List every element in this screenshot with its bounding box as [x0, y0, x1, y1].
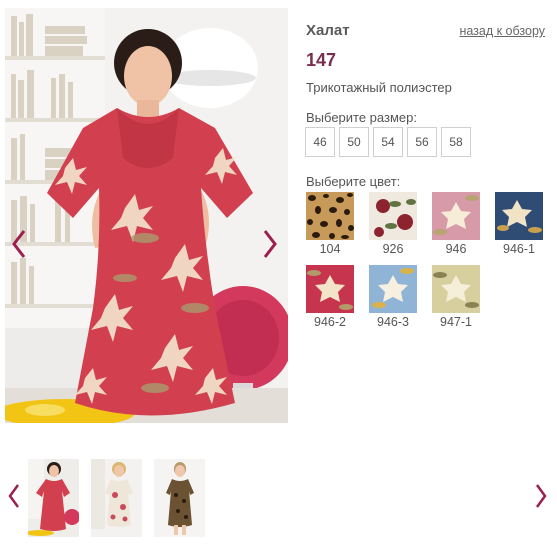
color-code-946-3: 946-3 [377, 315, 409, 329]
color-swatch-926[interactable] [369, 192, 417, 240]
size-option-58[interactable]: 58 [441, 127, 471, 157]
color-code-946: 946 [445, 242, 467, 256]
floral-pattern-thumbnail [432, 192, 480, 240]
size-option-54[interactable]: 54 [373, 127, 403, 157]
size-option-46[interactable]: 46 [305, 127, 335, 157]
thumbs-next-button[interactable] [530, 476, 552, 516]
thumbnail-white-robe[interactable] [91, 459, 142, 537]
back-to-overview-link[interactable]: назад к обзору [459, 24, 545, 38]
chevron-right-icon [535, 484, 547, 508]
floral-pattern-thumbnail [495, 192, 543, 240]
color-swatch-946[interactable] [432, 192, 480, 240]
thumbnail-image [91, 459, 142, 537]
thumbnail-image [28, 459, 79, 537]
color-label: Выберите цвет: [306, 174, 401, 189]
thumbs-prev-button[interactable] [3, 476, 25, 516]
color-code-104: 104 [319, 242, 341, 256]
floral-pattern-thumbnail [432, 265, 480, 313]
main-next-button[interactable] [259, 224, 281, 264]
product-title: Халат [306, 22, 350, 39]
product-price: 147 [306, 50, 337, 70]
chevron-right-icon [263, 230, 277, 258]
thumbnail-leopard-robe[interactable] [154, 459, 205, 537]
size-label: Выберите размер: [306, 110, 417, 125]
color-code-926: 926 [382, 242, 404, 256]
color-code-947-1: 947-1 [440, 315, 472, 329]
main-product-photo [5, 8, 288, 423]
chevron-left-icon [8, 484, 20, 508]
floral-pattern-thumbnail [306, 265, 354, 313]
color-swatch-946-2[interactable] [306, 265, 354, 313]
size-options: 46 50 54 56 58 [305, 127, 471, 157]
thumbnail-image [154, 459, 205, 537]
chevron-left-icon [12, 230, 26, 258]
floral-pattern-thumbnail [369, 192, 417, 240]
color-swatch-946-1[interactable] [495, 192, 543, 240]
size-option-56[interactable]: 56 [407, 127, 437, 157]
product-material: Трикотажный полиэстер [306, 80, 452, 95]
color-swatch-104[interactable] [306, 192, 354, 240]
color-code-946-2: 946-2 [314, 315, 346, 329]
leopard-pattern-thumbnail [306, 192, 354, 240]
color-swatch-946-3[interactable] [369, 265, 417, 313]
floral-pattern-thumbnail [369, 265, 417, 313]
color-swatch-947-1[interactable] [432, 265, 480, 313]
size-option-50[interactable]: 50 [339, 127, 369, 157]
color-code-946-1: 946-1 [503, 242, 535, 256]
main-prev-button[interactable] [8, 224, 30, 264]
thumbnail-red-robe[interactable] [28, 459, 79, 537]
main-photo-illustration [5, 8, 288, 423]
